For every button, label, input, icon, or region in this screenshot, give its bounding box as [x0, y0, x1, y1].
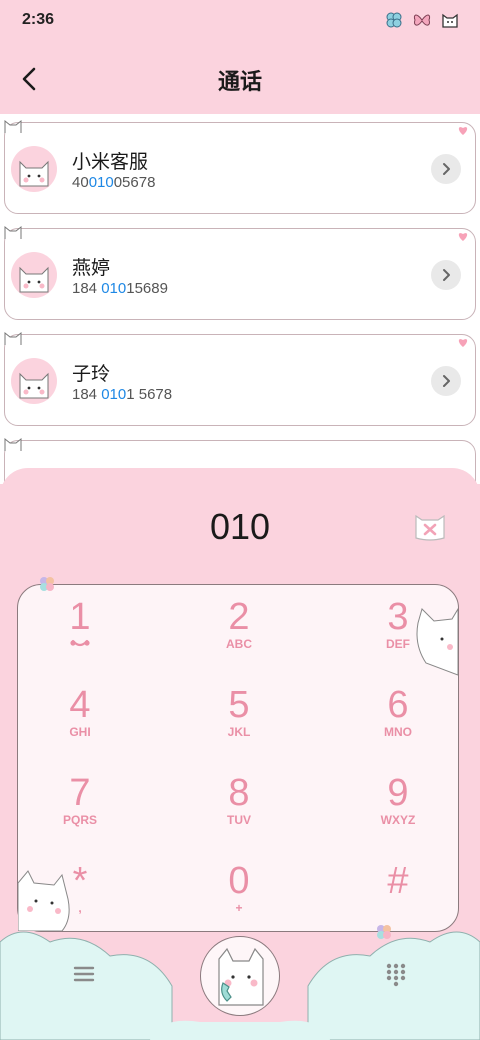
clover-icon: [384, 10, 404, 30]
status-bar: 2:36: [0, 0, 480, 44]
app-header: 通话: [0, 44, 480, 114]
delete-button[interactable]: [412, 508, 448, 542]
avatar: [11, 358, 57, 404]
key-6[interactable]: 6 MNO: [338, 685, 458, 765]
key-7[interactable]: 7 PQRS: [20, 773, 140, 853]
clover-icon: [40, 577, 54, 591]
contact-number: 4001005678: [72, 174, 156, 191]
contact-detail-button[interactable]: [431, 154, 461, 184]
contact-number: 184 01015689: [72, 280, 168, 297]
delete-icon: [415, 514, 445, 541]
status-icons: [384, 10, 460, 30]
status-time: 2:36: [22, 11, 55, 28]
contact-row[interactable]: 子玲 184 0101 5678: [4, 331, 476, 426]
key-1[interactable]: 1: [20, 597, 140, 677]
key-2[interactable]: 2 ABC: [179, 597, 299, 677]
contact-list[interactable]: 小米客服 4001005678 燕婷 184 01015689 子玲 184 0…: [0, 114, 480, 484]
cat-decoration-icon: [416, 608, 458, 676]
cat-decoration-icon: [18, 870, 70, 931]
menu-icon: [73, 966, 95, 982]
call-icon: [218, 947, 264, 1006]
key-4[interactable]: 4 GHI: [20, 685, 140, 765]
contact-row[interactable]: 小米客服 4001005678: [4, 119, 476, 214]
key-8[interactable]: 8 TUV: [179, 773, 299, 853]
call-button[interactable]: [200, 936, 280, 1016]
contact-detail-button[interactable]: [431, 260, 461, 290]
chevron-right-icon: [443, 163, 450, 175]
keypad: 1 2 ABC 3 DEF 4 GHI 5 JKL 6 MNO 7 PQRS 8: [17, 577, 459, 932]
dialed-number: 010: [209, 506, 271, 547]
contact-name: 小米客服: [72, 151, 149, 173]
chevron-right-icon: [443, 375, 450, 387]
key-5[interactable]: 5 JKL: [179, 685, 299, 765]
avatar: [11, 146, 57, 192]
voicemail-icon: [70, 639, 90, 647]
dialpad-icon: [386, 963, 406, 987]
cat-icon: [440, 10, 460, 30]
contact-detail-button[interactable]: [431, 366, 461, 396]
page-title: 通话: [217, 70, 262, 95]
contact-row[interactable]: 燕婷 184 01015689: [4, 225, 476, 320]
menu-button[interactable]: [70, 960, 98, 988]
butterfly-icon: [412, 10, 432, 30]
chevron-right-icon: [443, 269, 450, 281]
avatar: [11, 252, 57, 298]
contact-name: 燕婷: [72, 257, 111, 279]
contact-number: 184 0101 5678: [72, 386, 173, 403]
contact-name: 子玲: [72, 363, 111, 385]
dialpad-toggle-button[interactable]: [384, 962, 408, 988]
key-9[interactable]: 9 WXYZ: [338, 773, 458, 853]
clover-icon: [377, 925, 391, 939]
